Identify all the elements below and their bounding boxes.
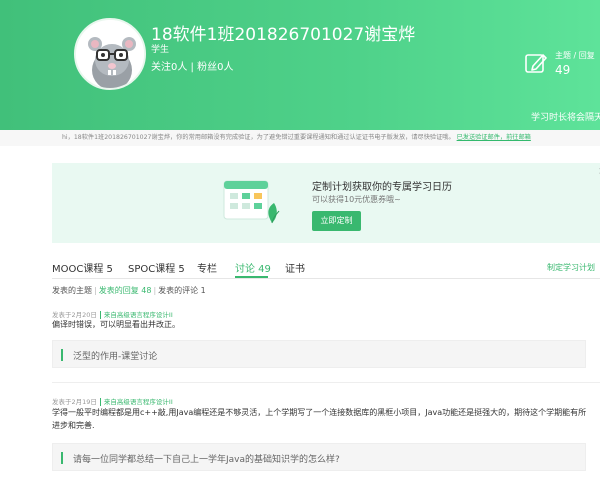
notice-text: hi，18软件1班201826701027谢宝烨，你的常用邮箱没有完成验证，为了… — [62, 134, 455, 141]
quoted-topic[interactable]: 泛型的作用-课堂讨论 — [52, 340, 586, 368]
quoted-topic[interactable]: 请每一位同学都总结一下自己上一学年Java的基础知识学的怎么样? — [52, 443, 586, 471]
tab-spoc[interactable]: SPOC课程 5 — [128, 260, 185, 275]
user-name: 18软件1班201826701027谢宝烨 — [151, 25, 416, 45]
study-rank-text: 学习时长将会隔天 — [531, 113, 600, 123]
item-divider — [52, 382, 600, 383]
tabs-divider — [52, 278, 600, 279]
study-plan-promo: 定制计划获取你的专属学习日历 可以获得10元优惠券哦~ 立即定制 — [52, 163, 600, 243]
post-source-link[interactable]: 来自高级语言程序设计II — [104, 398, 173, 406]
discussion-filters: 发表的主题 | 发表的回复 48 | 发表的评论 1 — [52, 286, 206, 295]
post-text: 偏译时错误，可以明显看出并改正。 — [52, 320, 180, 329]
promo-subtitle: 可以获得10元优惠券哦~ — [312, 195, 401, 204]
quoted-topic-title: 泛型的作用-课堂讨论 — [73, 352, 158, 362]
filter-topics[interactable]: 发表的主题 — [52, 286, 92, 295]
promo-title: 定制计划获取你的专属学习日历 — [312, 182, 452, 193]
user-follow-stats[interactable]: 关注0人 | 粉丝0人 — [151, 58, 233, 73]
mouse-avatar-icon — [76, 20, 144, 88]
tab-discussion[interactable]: 讨论 49 — [235, 260, 271, 275]
tab-column[interactable]: 专栏 — [197, 260, 217, 275]
profile-header: 18软件1班201826701027谢宝烨 学生 关注0人 | 粉丝0人 主题 … — [0, 0, 600, 130]
tab-mooc[interactable]: MOOC课程 5 — [52, 260, 113, 275]
tab-certificate[interactable]: 证书 — [285, 260, 305, 275]
post-meta: 发表于2月19日 来自高级语言程序设计II — [52, 396, 173, 406]
posts-label: 主题 / 回复 — [555, 51, 595, 60]
filter-comments[interactable]: 发表的评论 1 — [158, 286, 206, 295]
calendar-icon — [223, 180, 280, 224]
customize-now-button[interactable]: 立即定制 — [312, 211, 361, 231]
verify-email-link[interactable]: 已发送验证邮件，前往邮箱 — [457, 134, 531, 141]
post-date: 发表于2月19日 — [52, 398, 97, 406]
edit-icon — [525, 54, 547, 73]
post-text: 学得一般平时编程都是用c++敲,用Java编程还是不够灵活，上个学期写了一个连接… — [52, 408, 587, 430]
filter-replies[interactable]: 发表的回复 48 — [99, 286, 152, 295]
posts-count: 49 — [555, 63, 571, 77]
email-verify-notice: hi，18软件1班201826701027谢宝烨，你的常用邮箱没有完成验证，为了… — [0, 130, 600, 146]
user-role: 学生 — [151, 45, 170, 55]
make-study-plan-link[interactable]: 制定学习计划 — [547, 262, 595, 273]
user-avatar[interactable] — [74, 18, 146, 90]
quoted-topic-title: 请每一位同学都总结一下自己上一学年Java的基础知识学的怎么样? — [73, 455, 340, 465]
